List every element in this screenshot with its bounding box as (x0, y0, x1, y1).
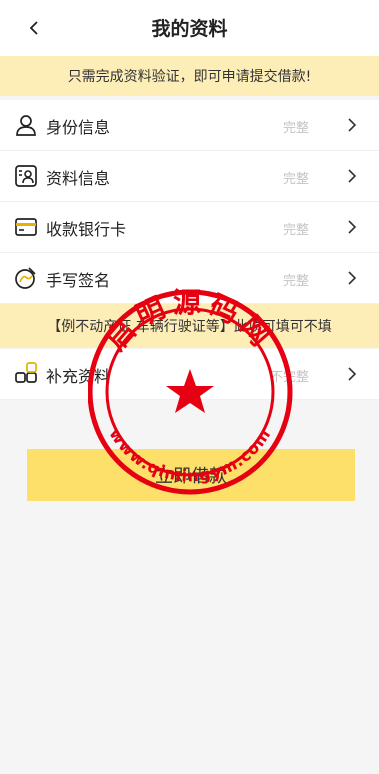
apply-loan-button[interactable]: 立即借款 (27, 449, 355, 501)
optional-note-banner: 【例不动产证 车辆行驶证等】此项可填可不填 (0, 304, 379, 348)
chevron-right-icon (348, 220, 357, 234)
notice-banner: 只需完成资料验证，即可申请提交借款! (0, 56, 379, 96)
item-bank-card[interactable]: 收款银行卡 完整 (0, 202, 379, 253)
item-profile-info[interactable]: 资料信息 完整 (0, 151, 379, 202)
item-label: 补充资料 (46, 367, 111, 386)
chevron-right-icon (348, 271, 357, 285)
item-supplementary[interactable]: 补充资料 不完整 (0, 349, 379, 400)
person-icon (16, 115, 36, 136)
item-label: 资料信息 (46, 169, 111, 188)
profile-card-icon (15, 165, 37, 187)
item-status: 不完整 (269, 370, 309, 385)
blocks-icon (15, 362, 37, 383)
item-status: 完整 (282, 223, 309, 238)
item-label: 收款银行卡 (46, 220, 127, 239)
chevron-right-icon (348, 118, 357, 132)
item-label: 身份信息 (46, 118, 111, 137)
signature-icon (15, 267, 36, 289)
item-status: 完整 (282, 121, 309, 136)
bank-card-icon (15, 218, 37, 236)
item-identity-info[interactable]: 身份信息 完整 (0, 100, 379, 151)
chevron-right-icon (348, 169, 357, 183)
header-bar: 我的资料 (0, 0, 379, 56)
item-status: 完整 (282, 274, 309, 289)
item-status: 完整 (282, 172, 309, 187)
page-title: 我的资料 (151, 18, 228, 40)
chevron-right-icon (348, 367, 357, 381)
item-signature[interactable]: 手写签名 完整 (0, 253, 379, 304)
item-label: 手写签名 (46, 271, 111, 290)
